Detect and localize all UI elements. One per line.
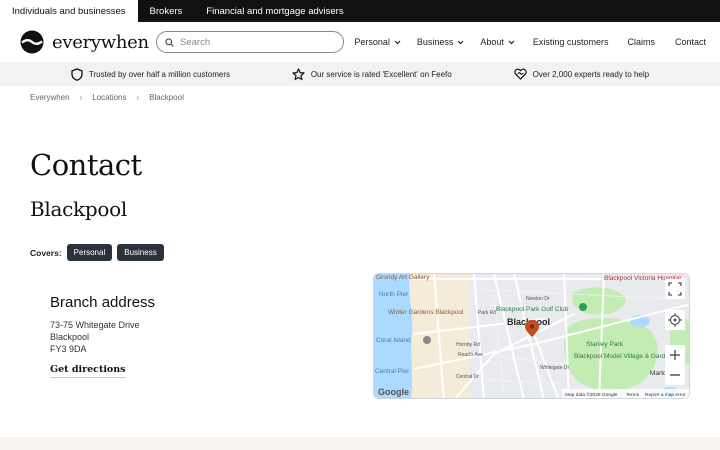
tab-label: Brokers [149, 5, 183, 17]
tab-label: Individuals and businesses [12, 5, 126, 17]
map-label-winter-gardens: Winter Gardens Blackpool [388, 309, 464, 316]
map-road-label: Read's Ave [458, 352, 483, 358]
breadcrumb-locations[interactable]: Locations [92, 93, 126, 102]
chevron-down-icon [394, 40, 401, 44]
map-label-north-pier: North Pier [379, 291, 409, 298]
nav-existing-customers[interactable]: Existing customers [533, 37, 609, 47]
map-label-golf-club: Blackpool Park Golf Club [496, 306, 569, 313]
nav-label: About [480, 37, 504, 47]
my-location-button[interactable] [665, 310, 685, 330]
map-label-model-village: Blackpool Model Village & Gardens [574, 353, 677, 360]
map-label-stanley-park: Stanley Park [586, 341, 624, 348]
map-road-label: Newton Dr [526, 296, 550, 302]
map-label-marton: Marto [650, 370, 667, 377]
everywhen-logo-icon [20, 30, 44, 54]
attraction-marker-icon[interactable] [423, 336, 431, 344]
address-line: FY3 9DA [50, 344, 87, 354]
breadcrumb-current: Blackpool [149, 93, 184, 102]
logo-text: everywhen [52, 31, 149, 53]
breadcrumb-separator: › [136, 93, 140, 102]
tab-individuals-and-businesses[interactable]: Individuals and businesses [0, 0, 138, 22]
covers-label: Covers: [30, 247, 62, 258]
map-report-link[interactable]: Report a map error [645, 392, 686, 398]
logo-link[interactable]: everywhen [20, 30, 149, 54]
fullscreen-button[interactable] [665, 279, 685, 299]
nav-label: Claims [627, 37, 655, 47]
nav-contact[interactable]: Contact [675, 37, 706, 47]
tab-brokers[interactable]: Brokers [138, 0, 195, 22]
nav-personal[interactable]: Personal [354, 37, 401, 47]
covers-row: Covers: Personal Business [30, 244, 164, 261]
location-name: Blackpool [30, 197, 127, 221]
address-line: 73-75 Whitegate Drive [50, 320, 140, 330]
footer-strip [0, 437, 720, 450]
shield-icon [71, 67, 83, 81]
branch-address-section: Branch address 73-75 Whitegate Drive Bla… [50, 294, 155, 378]
map-label-central-pier: Central Pier [375, 368, 410, 375]
branch-address-heading: Branch address [50, 294, 156, 311]
trust-item: Trusted by over half a million customers [71, 67, 230, 81]
google-logo: Google [378, 387, 409, 397]
heart-icon [513, 68, 527, 80]
tab-label: Financial and mortgage advisers [206, 5, 344, 17]
map-canvas[interactable]: North Pier Coral Island Central Pier Gru… [374, 274, 690, 399]
search-icon [165, 37, 174, 47]
star-icon [292, 67, 305, 80]
zoom-out-button[interactable] [665, 365, 685, 385]
cover-badge-personal: Personal [66, 244, 113, 261]
page-title: Contact [30, 148, 142, 182]
search-box[interactable] [156, 31, 344, 53]
map-road-label: Park Rd [478, 310, 496, 316]
map-terms-link[interactable]: Terms [626, 392, 640, 398]
tab-financial-advisers[interactable]: Financial and mortgage advisers [194, 0, 355, 22]
nav-business[interactable]: Business [417, 37, 465, 47]
trust-text: Over 2,000 experts ready to help [532, 69, 650, 79]
nav-label: Business [416, 37, 454, 47]
map-attribution: Map data ©2026 Google [565, 391, 618, 398]
chevron-down-icon [457, 40, 464, 44]
get-directions-link[interactable]: Get directions [50, 364, 126, 378]
trust-item: Over 2,000 experts ready to help [513, 68, 650, 80]
trust-item: Our service is rated 'Excellent' on Feef… [292, 67, 452, 81]
golf-marker-icon[interactable] [579, 303, 587, 311]
nav-about[interactable]: About [480, 37, 515, 47]
map-label-grundy: Grundy Art Gallery [376, 274, 430, 281]
trust-bar: Trusted by over half a million customers… [0, 62, 720, 86]
map-road-label: Central Dr [456, 374, 479, 380]
breadcrumb-separator: › [79, 93, 83, 102]
trust-text: Trusted by over half a million customers [88, 69, 230, 79]
nav-label: Existing customers [532, 37, 609, 47]
location-map[interactable]: North Pier Coral Island Central Pier Gru… [373, 273, 690, 399]
chevron-down-icon [508, 40, 515, 44]
cover-badge-business: Business [117, 244, 164, 261]
map-label-coral-island: Coral Island [376, 337, 411, 344]
address-line: Blackpool [50, 332, 90, 342]
zoom-in-button[interactable] [665, 345, 685, 365]
breadcrumb: Everywhen › Locations › Blackpool [30, 93, 184, 102]
trust-text: Our service is rated 'Excellent' on Feef… [310, 69, 452, 79]
site-header: everywhen Personal Business About Existi… [0, 22, 720, 62]
nav-claims[interactable]: Claims [627, 37, 655, 47]
audience-switcher: Individuals and businesses Brokers Finan… [0, 0, 720, 22]
map-road-label: Hornby Rd [456, 342, 480, 348]
nav-label: Contact [674, 37, 706, 47]
breadcrumb-everywhen[interactable]: Everywhen [30, 93, 70, 102]
search-input[interactable] [180, 36, 330, 48]
map-road-label: Whitegate Dr [540, 365, 570, 371]
nav-label: Personal [354, 37, 390, 47]
main-nav: Personal Business About Existing custome… [338, 22, 706, 62]
